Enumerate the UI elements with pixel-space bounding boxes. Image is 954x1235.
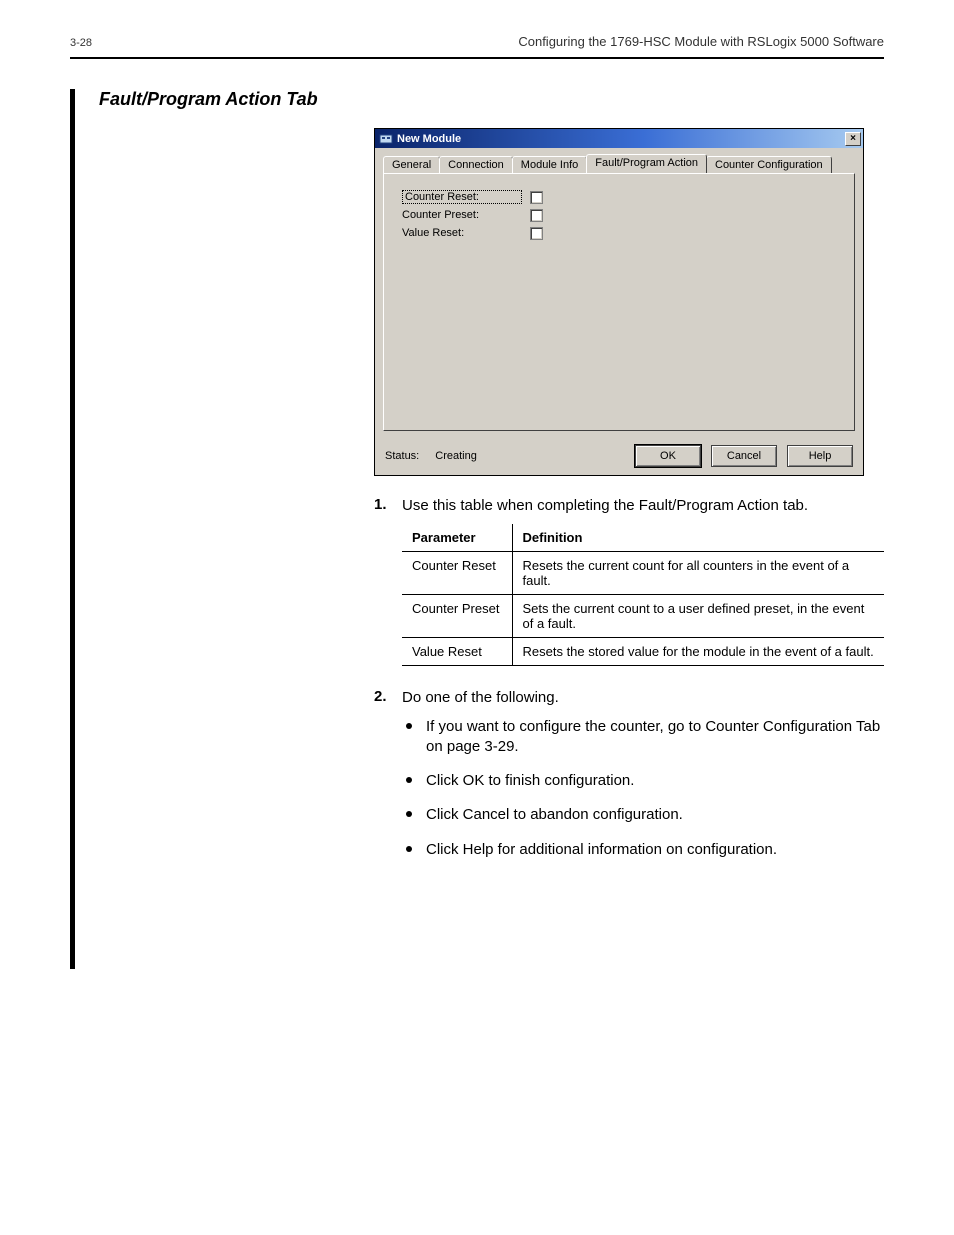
list-item: Click Help for additional information on… xyxy=(404,840,884,860)
cell-param: Counter Reset xyxy=(402,552,512,595)
page-number: 3-28 xyxy=(70,37,92,49)
parameter-table: Parameter Definition Counter Reset Reset… xyxy=(402,524,884,666)
dialog-title: New Module xyxy=(397,133,461,145)
step-1-number: 1. xyxy=(374,496,392,516)
list-item: Click Cancel to abandon configuration. xyxy=(404,805,884,825)
table-row: Counter Reset Resets the current count f… xyxy=(402,552,884,595)
tab-counter-configuration[interactable]: Counter Configuration xyxy=(706,156,832,174)
tab-module-info[interactable]: Module Info xyxy=(512,156,587,174)
new-module-dialog: New Module × General Connection Module I… xyxy=(374,128,864,476)
dialog-titlebar: New Module × xyxy=(375,129,863,148)
table-head-definition: Definition xyxy=(512,524,884,552)
app-icon xyxy=(379,132,393,146)
section-title: Fault/Program Action Tab xyxy=(99,89,884,110)
tab-connection[interactable]: Connection xyxy=(439,156,513,174)
doc-title: Configuring the 1769-HSC Module with RSL… xyxy=(518,34,884,49)
cell-def: Sets the current count to a user defined… xyxy=(512,595,884,638)
step-2-text: Do one of the following. xyxy=(402,688,559,708)
tab-fault-program-action[interactable]: Fault/Program Action xyxy=(586,154,707,173)
step-2-number: 2. xyxy=(374,688,392,708)
list-item: If you want to configure the counter, go… xyxy=(404,717,884,758)
cell-def: Resets the stored value for the module i… xyxy=(512,638,884,666)
status-value: Creating xyxy=(435,450,477,462)
table-head-parameter: Parameter xyxy=(402,524,512,552)
table-row: Value Reset Resets the stored value for … xyxy=(402,638,884,666)
dialog-tabs: General Connection Module Info Fault/Pro… xyxy=(383,154,855,174)
step-1-text: Use this table when completing the Fault… xyxy=(402,496,808,516)
table-row: Counter Preset Sets the current count to… xyxy=(402,595,884,638)
tab-general[interactable]: General xyxy=(383,156,440,174)
label-counter-preset: Counter Preset: xyxy=(402,209,522,221)
cell-param: Value Reset xyxy=(402,638,512,666)
close-icon[interactable]: × xyxy=(845,132,861,146)
cell-def: Resets the current count for all counter… xyxy=(512,552,884,595)
step-2-options: If you want to configure the counter, go… xyxy=(404,717,884,860)
label-value-reset: Value Reset: xyxy=(402,227,522,239)
ok-button[interactable]: OK xyxy=(635,445,701,467)
checkbox-counter-preset[interactable] xyxy=(530,209,543,222)
header-divider xyxy=(70,57,884,59)
tab-panel: Counter Reset: Counter Preset: Value Res… xyxy=(383,173,855,431)
status-label: Status: xyxy=(385,450,419,462)
checkbox-counter-reset[interactable] xyxy=(530,191,543,204)
label-counter-reset: Counter Reset: xyxy=(402,190,522,204)
list-item: Click OK to finish configuration. xyxy=(404,771,884,791)
cell-param: Counter Preset xyxy=(402,595,512,638)
section-vertical-rule xyxy=(70,89,75,969)
help-button[interactable]: Help xyxy=(787,445,853,467)
checkbox-value-reset[interactable] xyxy=(530,227,543,240)
cancel-button[interactable]: Cancel xyxy=(711,445,777,467)
